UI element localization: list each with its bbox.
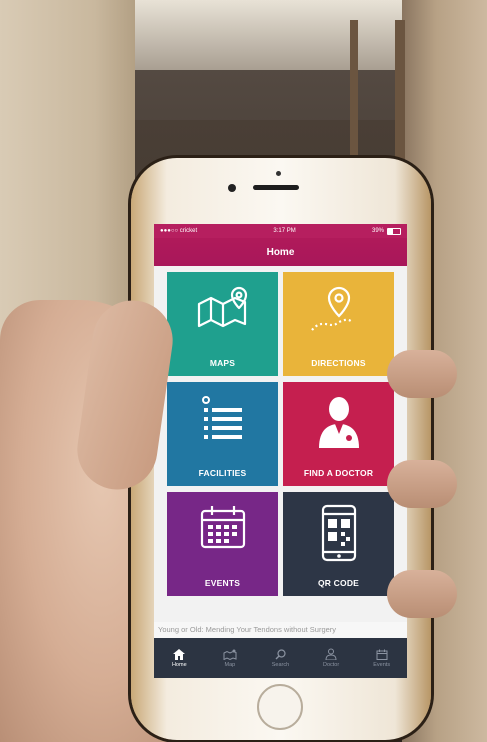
ticker-text: Young or Old: Mending Your Tendons witho…	[158, 625, 337, 634]
page-title: Home	[266, 246, 295, 258]
facilities-tile[interactable]: FACILITIES	[167, 382, 278, 486]
news-ticker[interactable]: Young or Old: Mending Your Tendons witho…	[154, 622, 407, 638]
maps-tile[interactable]: MAPS	[167, 272, 278, 376]
app-screen: ●●●○○ cricket 3:17 PM 39% Home MAPS DIRE…	[154, 224, 407, 678]
home-button[interactable]	[257, 684, 303, 730]
finger	[387, 570, 457, 618]
route-pin-icon	[283, 284, 394, 334]
events-label: EVENTS	[204, 578, 241, 588]
tab-label: Events	[373, 661, 391, 668]
finger	[387, 350, 457, 398]
folded-map-pin-icon	[167, 284, 278, 330]
find-a-doctor-tile[interactable]: FIND A DOCTOR	[283, 382, 394, 486]
battery-level	[388, 228, 393, 234]
tab-label: Home	[171, 661, 187, 668]
navigation-bar: Home	[154, 238, 407, 266]
hallway-ceiling	[120, 0, 410, 70]
home-grid: MAPS DIRECTIONS FACILITIES FIND A DOCTOR…	[167, 272, 394, 596]
tab-bar: Home Map Search Doctor Events	[154, 638, 407, 678]
status-time: 3:17 PM	[273, 228, 296, 234]
directions-tile[interactable]: DIRECTIONS	[283, 272, 394, 376]
tab-label: Map	[224, 661, 236, 668]
tab-search[interactable]: Search	[255, 638, 306, 678]
maps-label: MAPS	[209, 358, 236, 368]
front-camera	[228, 184, 236, 192]
qr-phone-icon	[283, 504, 394, 562]
battery-icon	[387, 227, 401, 235]
tab-doctor[interactable]: Doctor	[306, 638, 357, 678]
tab-home[interactable]: Home	[154, 638, 205, 678]
iphone-device: ●●●○○ cricket 3:17 PM 39% Home MAPS DIRE…	[131, 158, 431, 740]
tab-events[interactable]: Events	[356, 638, 407, 678]
tab-label: Doctor	[322, 662, 340, 668]
doctor-icon	[283, 394, 394, 448]
doctor-tab-icon	[325, 648, 337, 660]
calendar-tab-icon	[376, 649, 388, 660]
find-a-doctor-label: FIND A DOCTOR	[303, 468, 374, 478]
search-icon	[275, 648, 286, 659]
tab-map[interactable]: Map	[205, 638, 256, 678]
proximity-sensor	[276, 171, 281, 176]
status-bar: ●●●○○ cricket 3:17 PM 39%	[154, 224, 407, 238]
qr-code-label: QR CODE	[317, 578, 360, 588]
events-tile[interactable]: EVENTS	[167, 492, 278, 596]
calendar-icon	[167, 504, 278, 550]
home-icon	[173, 648, 186, 660]
facilities-label: FACILITIES	[198, 468, 247, 478]
battery-percent: 39%	[371, 228, 384, 234]
qr-code-tile[interactable]: QR CODE	[283, 492, 394, 596]
carrier-label: ●●●○○ cricket	[160, 228, 198, 234]
tab-label: Search	[271, 661, 290, 668]
status-right: 39%	[371, 227, 401, 235]
map-icon	[223, 649, 237, 660]
earpiece-speaker	[253, 185, 299, 190]
list-icon	[167, 394, 278, 442]
directions-label: DIRECTIONS	[311, 358, 366, 368]
finger	[387, 460, 457, 508]
